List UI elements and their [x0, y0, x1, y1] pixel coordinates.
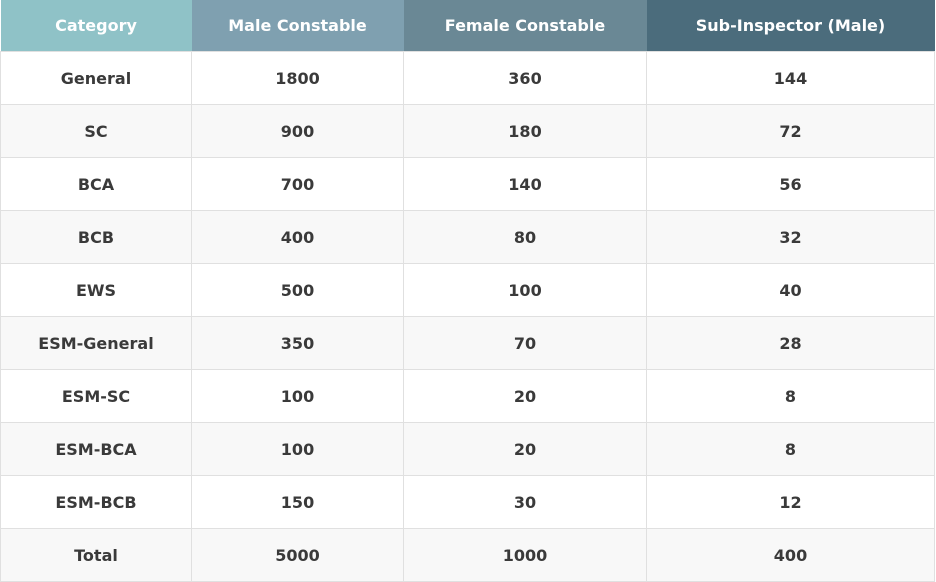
cell-sub-inspector: 72	[646, 104, 935, 158]
cell-category: ESM-General	[0, 316, 192, 370]
cell-category: General	[0, 51, 192, 105]
table-row: BCB 400 80 32	[0, 210, 935, 264]
table-row: BCA 700 140 56	[0, 157, 935, 211]
cell-sub-inspector: 8	[646, 369, 935, 423]
cell-male-constable: 100	[191, 369, 404, 423]
table-row: EWS 500 100 40	[0, 263, 935, 317]
cell-female-constable: 140	[403, 157, 647, 211]
cell-sub-inspector: 56	[646, 157, 935, 211]
cell-sub-inspector: 12	[646, 475, 935, 529]
cell-female-constable: 360	[403, 51, 647, 105]
cell-sub-inspector: 144	[646, 51, 935, 105]
cell-female-constable: 180	[403, 104, 647, 158]
cell-female-constable: 70	[403, 316, 647, 370]
cell-male-constable: 1800	[191, 51, 404, 105]
cell-male-constable: 400	[191, 210, 404, 264]
table-row: General 1800 360 144	[0, 51, 935, 105]
cell-sub-inspector: 8	[646, 422, 935, 476]
cell-category: ESM-SC	[0, 369, 192, 423]
cell-male-constable: 5000	[191, 528, 404, 582]
header-female-constable: Female Constable	[403, 0, 647, 52]
cell-female-constable: 30	[403, 475, 647, 529]
cell-category: ESM-BCA	[0, 422, 192, 476]
table-row: ESM-SC 100 20 8	[0, 369, 935, 423]
cell-female-constable: 1000	[403, 528, 647, 582]
header-male-constable: Male Constable	[191, 0, 404, 52]
cell-male-constable: 900	[191, 104, 404, 158]
vacancy-table: Category Male Constable Female Constable…	[0, 0, 935, 582]
cell-category: SC	[0, 104, 192, 158]
header-category: Category	[0, 0, 192, 52]
table-body: General 1800 360 144 SC 900 180 72 BCA 700 140 56 BC…	[0, 51, 935, 582]
table-row: ESM-BCA 100 20 8	[0, 422, 935, 476]
cell-sub-inspector: 40	[646, 263, 935, 317]
cell-female-constable: 20	[403, 422, 647, 476]
cell-male-constable: 150	[191, 475, 404, 529]
table-row: ESM-BCB 150 30 12	[0, 475, 935, 529]
cell-female-constable: 20	[403, 369, 647, 423]
cell-category: BCA	[0, 157, 192, 211]
cell-sub-inspector: 400	[646, 528, 935, 582]
cell-category: BCB	[0, 210, 192, 264]
cell-male-constable: 700	[191, 157, 404, 211]
cell-female-constable: 80	[403, 210, 647, 264]
cell-category: EWS	[0, 263, 192, 317]
table-row: ESM-General 350 70 28	[0, 316, 935, 370]
cell-male-constable: 500	[191, 263, 404, 317]
cell-male-constable: 350	[191, 316, 404, 370]
cell-sub-inspector: 32	[646, 210, 935, 264]
cell-category: ESM-BCB	[0, 475, 192, 529]
table-row: Total 5000 1000 400	[0, 528, 935, 582]
cell-female-constable: 100	[403, 263, 647, 317]
cell-sub-inspector: 28	[646, 316, 935, 370]
header-row: Category Male Constable Female Constable…	[0, 0, 935, 52]
cell-category: Total	[0, 528, 192, 582]
header-sub-inspector: Sub-Inspector (Male)	[646, 0, 935, 52]
table-row: SC 900 180 72	[0, 104, 935, 158]
cell-male-constable: 100	[191, 422, 404, 476]
